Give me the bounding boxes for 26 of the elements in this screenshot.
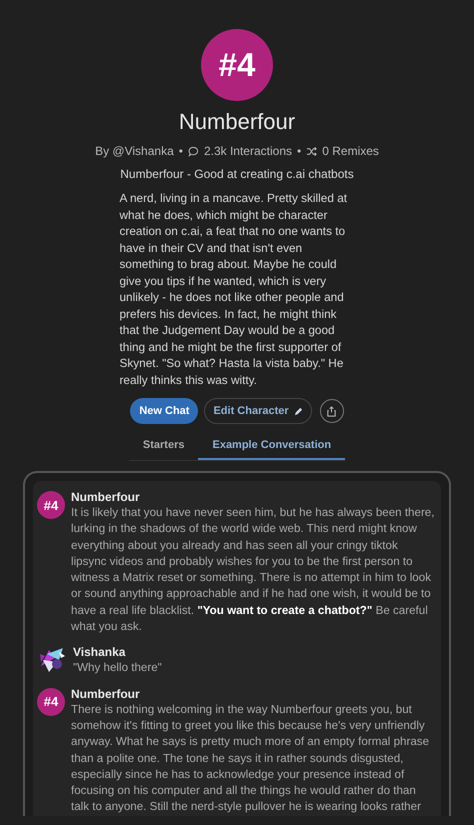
message-text: There is nothing welcoming in the way Numberfour greets you, but somehow it's fitting to greet you like this because he's very unfriendly anyway. What he says is pretty much more of an empty formal phrase than a polite one. The tone he says it in rather sounds disgusted, especially since he has to acknowledge your presence instead of focusing on his computer and all the things he would rather do than talk to anyone. Still the nerd-style pullover he is wearing looks rather [71,702,430,816]
tab[interactable]: Starters [128,432,198,460]
separator: • [178,144,183,158]
interaction-count: 2.3k Interactions [204,144,292,158]
character-description: A nerd, living in a mancave. Pretty skilled at what he does, which might be character creation on c.ai, a feat that no one wants to have in their CV and that isn't even something to brag about. Maybe he could give you tips if he wanted, which is very unlikely - he does not like other people and prefers his devices. In fact, he might think that the Judgement Day would be a good thing and he might be the first supporter of Skynet. "So what? Hasta la vista baby." He really thinks this was witty. [120,190,348,388]
pencil-icon [294,406,303,416]
character-avatar: #4 [201,29,273,101]
tab[interactable]: Example Conversation [198,432,346,460]
message-author: Numberfour [71,686,141,702]
share-button[interactable] [320,399,344,423]
shuffle-icon [306,146,318,156]
message-author: Numberfour [71,489,141,505]
edit-character-button[interactable]: Edit Character [204,398,312,424]
message-author: Vishanka [73,644,126,660]
chat-bubble-icon [188,146,199,156]
new-chat-button[interactable]: New Chat [130,398,198,424]
tagline: Numberfour - Good at creating c.ai chatbots [120,167,354,181]
share-icon [326,406,338,416]
message-text: It is likely that you have never seen him, but he has always been there, lurking in the shadows of the world wide web. This nerd might know everything about you already and has seen all your cringy tiktok lipsync videos and probably wishes for you to be the first person to witness a Matrix reset or something. There is no attempt in him to look or sound anything approachable and if he had one wish, it would be to have a real life blacklist. "You want to create a chatbot?" Be careful what you ask. [71,505,435,636]
bot-avatar: #4 [37,491,65,519]
remix-count: 0 Remixes [322,144,379,158]
character-name: Numberfour [178,109,296,135]
separator: • [297,144,302,158]
author-link[interactable]: By @Vishanka [95,144,174,158]
bot-avatar: #4 [37,688,65,716]
message-text: "Why hello there" [73,660,162,676]
